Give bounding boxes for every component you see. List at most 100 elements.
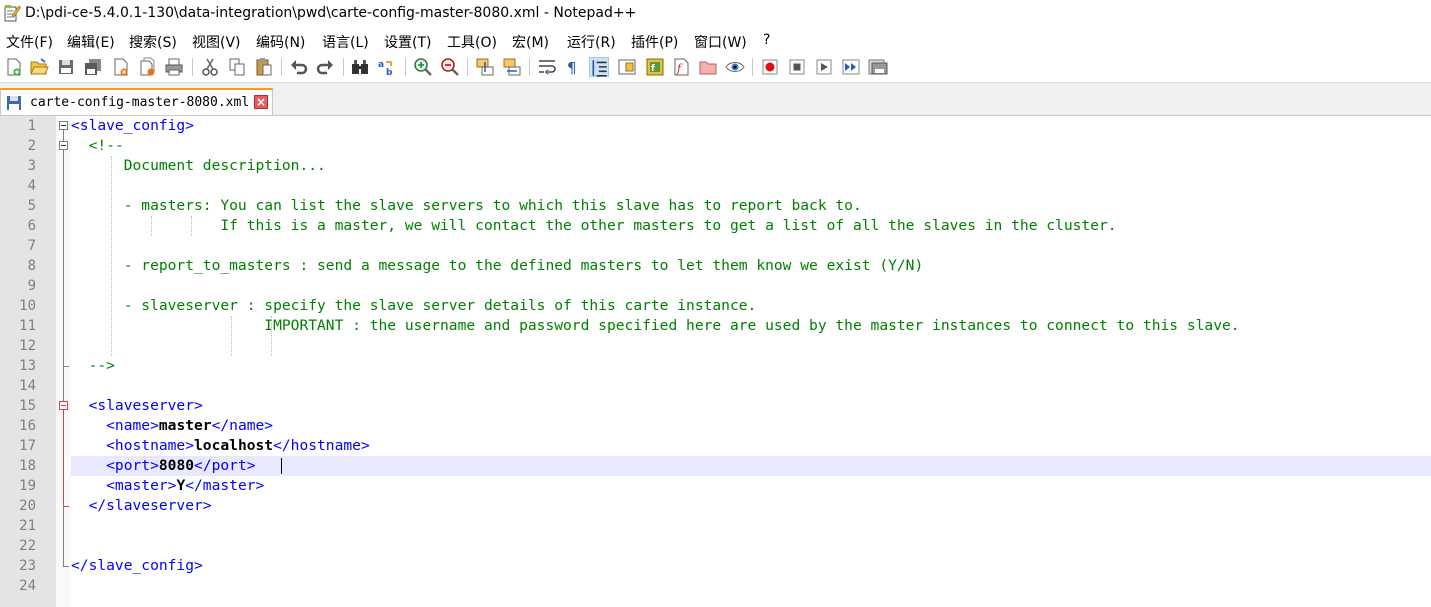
code-line[interactable]: <name>master</name>	[71, 416, 1431, 436]
close-icon[interactable]	[111, 57, 131, 77]
zoom-out-icon[interactable]	[440, 57, 460, 77]
menu-bar: 文件(F) 编辑(E) 搜索(S) 视图(V) 编码(N) 语言(L) 设置(T…	[0, 30, 1431, 52]
play-macro-icon[interactable]	[814, 57, 834, 77]
redo-icon[interactable]	[315, 57, 335, 77]
code-line[interactable]	[71, 536, 1431, 556]
svg-text:¶: ¶	[567, 59, 577, 77]
current-line[interactable]: <port>8080</port>	[71, 456, 1431, 476]
xml-tag: <name>	[71, 417, 159, 434]
line-number: 15	[19, 398, 36, 414]
code-line[interactable]: </slaveserver>	[71, 496, 1431, 516]
tab-close-icon[interactable]: ×	[254, 95, 268, 109]
word-wrap-icon[interactable]	[537, 57, 557, 77]
text-area[interactable]: <slave_config> <!-- Document description…	[71, 116, 1431, 607]
indent-guide	[111, 156, 112, 356]
close-all-icon[interactable]	[138, 57, 158, 77]
menu-view[interactable]: 视图(V)	[192, 32, 241, 52]
menu-plugins[interactable]: 插件(P)	[631, 32, 678, 52]
toolbar-separator	[281, 58, 282, 76]
menu-macro[interactable]: 宏(M)	[512, 32, 549, 52]
run-macro-multiple-icon[interactable]	[841, 57, 861, 77]
menu-edit[interactable]: 编辑(E)	[67, 32, 115, 52]
zoom-in-icon[interactable]	[413, 57, 433, 77]
line-number: 10	[19, 298, 36, 314]
line-number-margin: 1 2 3 4 5 6 7 8 9 10 11 12 13 14 15 16 17 18 19 20 21 22 23 24	[0, 116, 56, 607]
tab-bar: carte-config-master-8080.xml ×	[0, 83, 1431, 116]
code-line[interactable]: - slaveserver : specify the slave server…	[71, 296, 1431, 316]
code-line[interactable]: - report_to_masters : send a message to …	[71, 256, 1431, 276]
menu-language[interactable]: 语言(L)	[322, 32, 369, 52]
new-file-icon[interactable]	[4, 57, 24, 77]
toolbar-separator	[467, 58, 468, 76]
code-line[interactable]: <hostname>localhost</hostname>	[71, 436, 1431, 456]
show-all-characters-icon[interactable]: ¶	[563, 57, 583, 77]
fold-toggle-icon[interactable]	[59, 401, 68, 410]
indent-guide-icon[interactable]	[589, 57, 609, 77]
paste-icon[interactable]	[254, 57, 274, 77]
code-line[interactable]	[71, 276, 1431, 296]
document-map-icon[interactable]	[617, 57, 637, 77]
menu-help[interactable]: ?	[763, 32, 770, 48]
monitoring-eye-icon[interactable]	[725, 57, 745, 77]
xml-comment: IMPORTANT : the username and password sp…	[71, 317, 1240, 334]
menu-search[interactable]: 搜索(S)	[129, 32, 177, 52]
code-line[interactable]: -->	[71, 356, 1431, 376]
open-file-icon[interactable]	[29, 57, 49, 77]
notepad-plus-plus-icon	[4, 5, 21, 22]
title-bar: D:\pdi-ce-5.4.0.1-130\data-integration\p…	[0, 0, 1431, 28]
copy-icon[interactable]	[227, 57, 247, 77]
code-line[interactable]	[71, 576, 1431, 596]
fold-toggle-icon[interactable]	[59, 121, 68, 130]
folder-icon[interactable]	[698, 57, 718, 77]
sync-vertical-scroll-icon[interactable]	[475, 57, 495, 77]
menu-encoding[interactable]: 编码(N)	[256, 32, 305, 52]
code-line[interactable]	[71, 376, 1431, 396]
code-line[interactable]	[71, 236, 1431, 256]
code-line[interactable]: <!--	[71, 136, 1431, 156]
tab-carte-config[interactable]: carte-config-master-8080.xml ×	[0, 88, 273, 115]
save-all-icon[interactable]	[83, 57, 103, 77]
fold-line	[63, 130, 64, 141]
code-line[interactable]	[71, 516, 1431, 536]
xml-tag: </port>	[194, 457, 256, 474]
code-line[interactable]: </slave_config>	[71, 556, 1431, 576]
folder-as-workspace-icon[interactable]: f	[671, 57, 691, 77]
xml-tag: </name>	[211, 417, 274, 434]
print-icon[interactable]	[164, 57, 184, 77]
sync-horizontal-scroll-icon[interactable]	[502, 57, 522, 77]
save-macro-icon[interactable]	[868, 57, 888, 77]
save-icon[interactable]	[56, 57, 76, 77]
menu-tools[interactable]: 工具(O)	[447, 32, 497, 52]
code-line[interactable]: - masters: You can list the slave server…	[71, 196, 1431, 216]
code-line[interactable]: <slave_config>	[71, 116, 1431, 136]
fold-toggle-icon[interactable]	[59, 141, 68, 150]
code-line[interactable]: <slaveserver>	[71, 396, 1431, 416]
window-title: D:\pdi-ce-5.4.0.1-130\data-integration\p…	[25, 5, 637, 21]
menu-file[interactable]: 文件(F)	[6, 32, 53, 52]
xml-comment: - report_to_masters : send a message to …	[71, 257, 924, 274]
cut-icon[interactable]	[200, 57, 220, 77]
line-number: 12	[19, 338, 36, 354]
function-list-icon[interactable]: f	[645, 57, 665, 77]
toolbar: ab ¶ f f	[0, 52, 1431, 83]
text-caret	[281, 458, 282, 474]
menu-run[interactable]: 运行(R)	[567, 32, 616, 52]
code-line[interactable]: Document description...	[71, 156, 1431, 176]
line-number: 24	[19, 578, 36, 594]
code-line[interactable]: If this is a master, we will contact the…	[71, 216, 1431, 236]
record-macro-icon[interactable]	[760, 57, 780, 77]
menu-window[interactable]: 窗口(W)	[694, 32, 747, 52]
undo-icon[interactable]	[289, 57, 309, 77]
line-number: 7	[27, 238, 36, 254]
editor[interactable]: 1 2 3 4 5 6 7 8 9 10 11 12 13 14 15 16 17 18 19 20 21 22 23 24 …	[0, 116, 1431, 607]
menu-settings[interactable]: 设置(T)	[384, 32, 431, 52]
fold-line	[63, 506, 64, 566]
code-line[interactable]: <master>Y</master>	[71, 476, 1431, 496]
indent-guide	[191, 216, 192, 236]
code-line[interactable]	[71, 336, 1431, 356]
find-icon[interactable]	[350, 57, 370, 77]
code-line[interactable]: IMPORTANT : the username and password sp…	[71, 316, 1431, 336]
stop-recording-icon[interactable]	[787, 57, 807, 77]
code-line[interactable]	[71, 176, 1431, 196]
replace-icon[interactable]: ab	[377, 57, 397, 77]
